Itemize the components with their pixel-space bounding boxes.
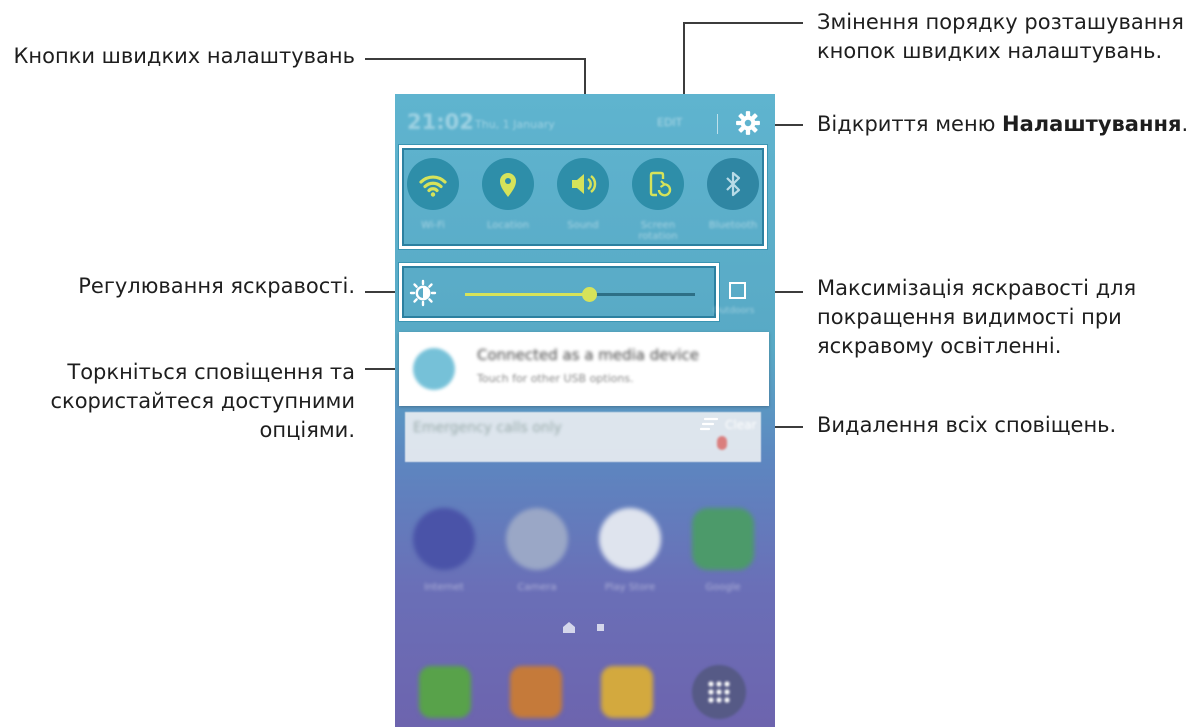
brightness-highlight: [399, 263, 719, 321]
edit-button[interactable]: EDIT: [657, 116, 682, 129]
callout-reorder: Змінення порядку розташування кнопок шви…: [817, 8, 1197, 66]
play-store-app-icon[interactable]: [599, 508, 661, 570]
callout-settings: Відкриття меню Налаштування.: [817, 110, 1197, 139]
callout-settings-suffix: .: [1181, 112, 1189, 136]
quick-toggle-label: Sound: [567, 220, 599, 231]
toggle-circle: [707, 158, 759, 210]
leader-line: [683, 22, 803, 24]
brightness-slider[interactable]: [465, 287, 695, 302]
quick-toggle-label: Location: [486, 220, 530, 231]
notification-title: Connected as a media device: [477, 346, 700, 364]
toggle-circle: [482, 158, 534, 210]
mic-icon[interactable]: [717, 436, 727, 450]
quick-toggle-sound[interactable]: Sound: [555, 158, 611, 248]
callout-brightness-text: Регулювання яскравості.: [78, 274, 355, 298]
quick-toggle-label: Bluetooth: [708, 220, 758, 231]
callout-reorder-line2: кнопок швидких налаштувань.: [817, 39, 1163, 63]
callout-max-brightness: Максимізація яскравості для покращення в…: [817, 274, 1197, 361]
wifi-icon: [419, 175, 447, 197]
leader-line: [365, 58, 585, 60]
quick-settings-row: Wi-Fi Location Sound Screen rotation Blu…: [395, 145, 775, 249]
quick-toggle-wifi[interactable]: Wi-Fi: [405, 158, 461, 248]
notification-subtitle: Touch for other USB options.: [477, 372, 634, 385]
contacts-app-icon[interactable]: [510, 666, 562, 718]
app-label: Play Store: [604, 582, 656, 593]
sound-icon: [572, 174, 597, 194]
notification-card[interactable]: Connected as a media device Touch for ot…: [399, 332, 769, 406]
page-indicator-dot[interactable]: [597, 624, 604, 631]
apps-grid-icon[interactable]: [692, 665, 746, 719]
toggle-circle: [407, 158, 459, 210]
brightness-row: Outdoors: [395, 262, 775, 322]
clock: 21:02: [407, 110, 474, 134]
quick-toggle-label: Screen rotation: [638, 220, 678, 242]
quick-toggle-screen-rotation[interactable]: Screen rotation: [630, 158, 686, 248]
callout-brightness: Регулювання яскравості.: [0, 272, 355, 301]
callout-clear-all: Видалення всіх сповіщень.: [817, 411, 1197, 440]
app-label: Google: [705, 582, 741, 593]
callout-max-brightness-line1: Максимізація яскравості для: [817, 276, 1137, 300]
emergency-text: Emergency calls only: [413, 420, 562, 436]
internet-app-icon[interactable]: [413, 508, 475, 570]
location-icon: [500, 173, 516, 197]
usb-icon: [413, 348, 455, 390]
status-row: 21:02 Thu, 1 January EDIT: [395, 94, 775, 152]
camera-app-icon[interactable]: [506, 508, 568, 570]
toggle-circle: [557, 158, 609, 210]
quick-toggle-location[interactable]: Location: [480, 158, 536, 248]
callout-notification-line2: скористайтеся доступними: [50, 389, 355, 413]
callout-notification-line1: Торкніться сповіщення та: [67, 360, 355, 384]
screen-rotation-icon: [649, 171, 672, 197]
callout-clear-all-text: Видалення всіх сповіщень.: [817, 413, 1117, 437]
callout-reorder-line1: Змінення порядку розташування: [817, 10, 1184, 34]
settings-gear-icon[interactable]: [735, 110, 761, 136]
phone-screen: 21:02 Thu, 1 January EDIT Wi-Fi Location…: [395, 94, 775, 727]
brightness-sun-icon: [409, 279, 437, 307]
outdoor-mode-checkbox[interactable]: [729, 282, 746, 299]
callout-max-brightness-line3: яскравому освітленні.: [817, 334, 1062, 358]
clear-all-button[interactable]: Clear: [725, 418, 756, 432]
google-folder-icon[interactable]: [692, 508, 754, 570]
quick-toggle-bluetooth[interactable]: Bluetooth: [705, 158, 761, 248]
callout-quick-settings: Кнопки швидких налаштувань: [0, 42, 355, 71]
quick-toggle-label: Wi-Fi: [421, 220, 445, 231]
callout-settings-prefix: Відкриття меню: [817, 112, 1003, 136]
callout-settings-bold: Налаштування: [1002, 112, 1182, 136]
callout-notification-line3: опціями.: [259, 418, 355, 442]
bluetooth-icon: [726, 171, 741, 197]
home-page-indicator[interactable]: [563, 622, 575, 633]
messages-app-icon[interactable]: [601, 666, 653, 718]
app-label: Internet: [424, 582, 464, 593]
app-label: Camera: [517, 582, 557, 593]
toggle-circle: [632, 158, 684, 210]
phone-app-icon[interactable]: [419, 666, 471, 718]
callout-notification: Торкніться сповіщення та скористайтеся д…: [0, 358, 355, 445]
status-divider: [717, 114, 718, 134]
outdoor-mode-label: Outdoors: [713, 306, 755, 316]
clear-all-icon[interactable]: [699, 416, 719, 432]
callout-quick-settings-text: Кнопки швидких налаштувань: [13, 44, 355, 68]
date: Thu, 1 January: [475, 118, 555, 131]
brightness-slider-fill: [465, 293, 590, 296]
callout-max-brightness-line2: покращення видимості при: [817, 305, 1122, 329]
